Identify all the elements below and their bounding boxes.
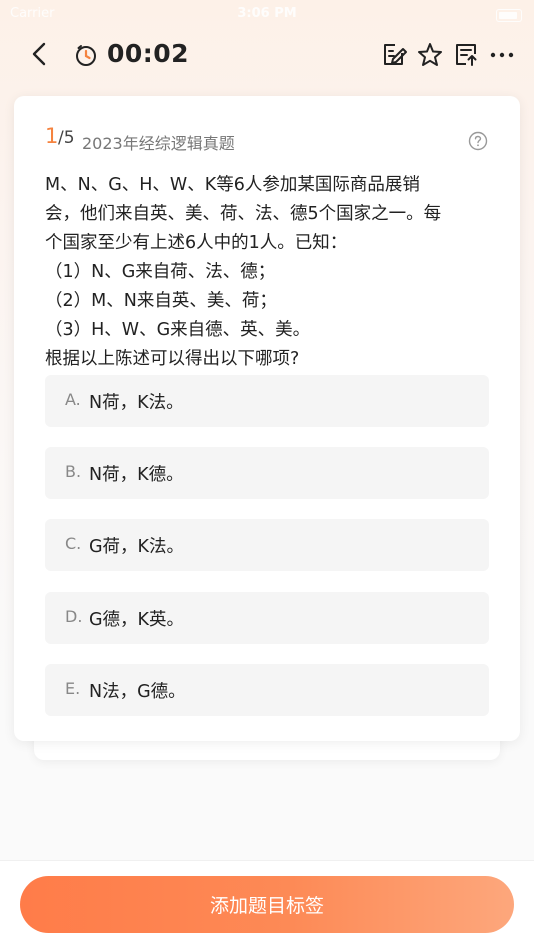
stem-line: （3）H、W、G来自德、英、美。 <box>45 320 311 340</box>
option-b[interactable]: B. N荷，K德。 <box>45 447 489 499</box>
answer-sheet-icon <box>456 44 477 66</box>
stem-line: （2）M、N来自英、美、荷； <box>45 291 277 311</box>
nav-bar: 00:02 <box>0 28 534 84</box>
back-button[interactable] <box>26 40 54 68</box>
back-chevron-icon <box>32 42 46 66</box>
option-text: N荷，K德。 <box>89 465 184 485</box>
question-stem: M、N、G、H、W、K等6人参加某国际商品展销 会，他们来自英、美、荷、法、德5… <box>45 171 503 374</box>
option-a[interactable]: A. N荷，K法。 <box>45 375 489 427</box>
option-e[interactable]: E. N法，G德。 <box>45 664 489 716</box>
option-d[interactable]: D. G德，K英。 <box>45 592 489 644</box>
stem-line: M、N、G、H、W、K等6人参加某国际商品展销 <box>45 175 420 195</box>
status-bar: Carrier 3:06 PM <box>0 0 534 28</box>
more-button[interactable] <box>488 41 516 69</box>
stem-line: 会，他们来自英、美、荷、法、德5个国家之一。每 <box>45 204 442 224</box>
question-header: 1 /5 2023年经综逻辑真题 <box>45 124 505 154</box>
option-letter: B. <box>65 462 82 481</box>
more-dots-icon <box>490 52 514 58</box>
question-index: 1 <box>45 124 59 148</box>
option-text: G荷，K法。 <box>89 537 185 557</box>
answer-sheet-button[interactable] <box>453 41 481 69</box>
battery-icon <box>496 9 522 22</box>
star-icon <box>418 43 442 66</box>
option-text: G德，K英。 <box>89 610 185 630</box>
stem-line: 个国家至少有上述6人中的1人。已知： <box>45 233 348 253</box>
timer-text: 00:02 <box>107 39 190 68</box>
status-time: 3:06 PM <box>237 6 297 21</box>
help-icon <box>468 131 488 151</box>
option-letter: E. <box>65 679 81 698</box>
edit-note-icon <box>384 44 407 65</box>
option-letter: A. <box>65 390 81 409</box>
option-c[interactable]: C. G荷，K法。 <box>45 519 489 571</box>
option-letter: C. <box>65 534 82 553</box>
bottom-divider <box>0 860 534 861</box>
help-button[interactable] <box>468 131 488 151</box>
question-total: /5 <box>58 128 75 148</box>
option-text: N荷，K法。 <box>89 393 184 413</box>
stopwatch-icon <box>76 45 96 66</box>
favorite-button[interactable] <box>416 41 444 69</box>
edit-note-button[interactable] <box>381 41 409 69</box>
option-text: N法，G德。 <box>89 682 186 702</box>
add-question-tag-button[interactable]: 添加题目标签 <box>20 876 514 933</box>
stem-line: 根据以上陈述可以得出以下哪项? <box>45 349 300 369</box>
question-category: 2023年经综逻辑真题 <box>82 134 235 153</box>
option-letter: D. <box>65 607 83 626</box>
stem-line: （1）N、G来自荷、法、德； <box>45 262 276 282</box>
question-card: 1 /5 2023年经综逻辑真题 M、N、G、H、W、K等6人参加某国际商品展销… <box>14 96 520 741</box>
